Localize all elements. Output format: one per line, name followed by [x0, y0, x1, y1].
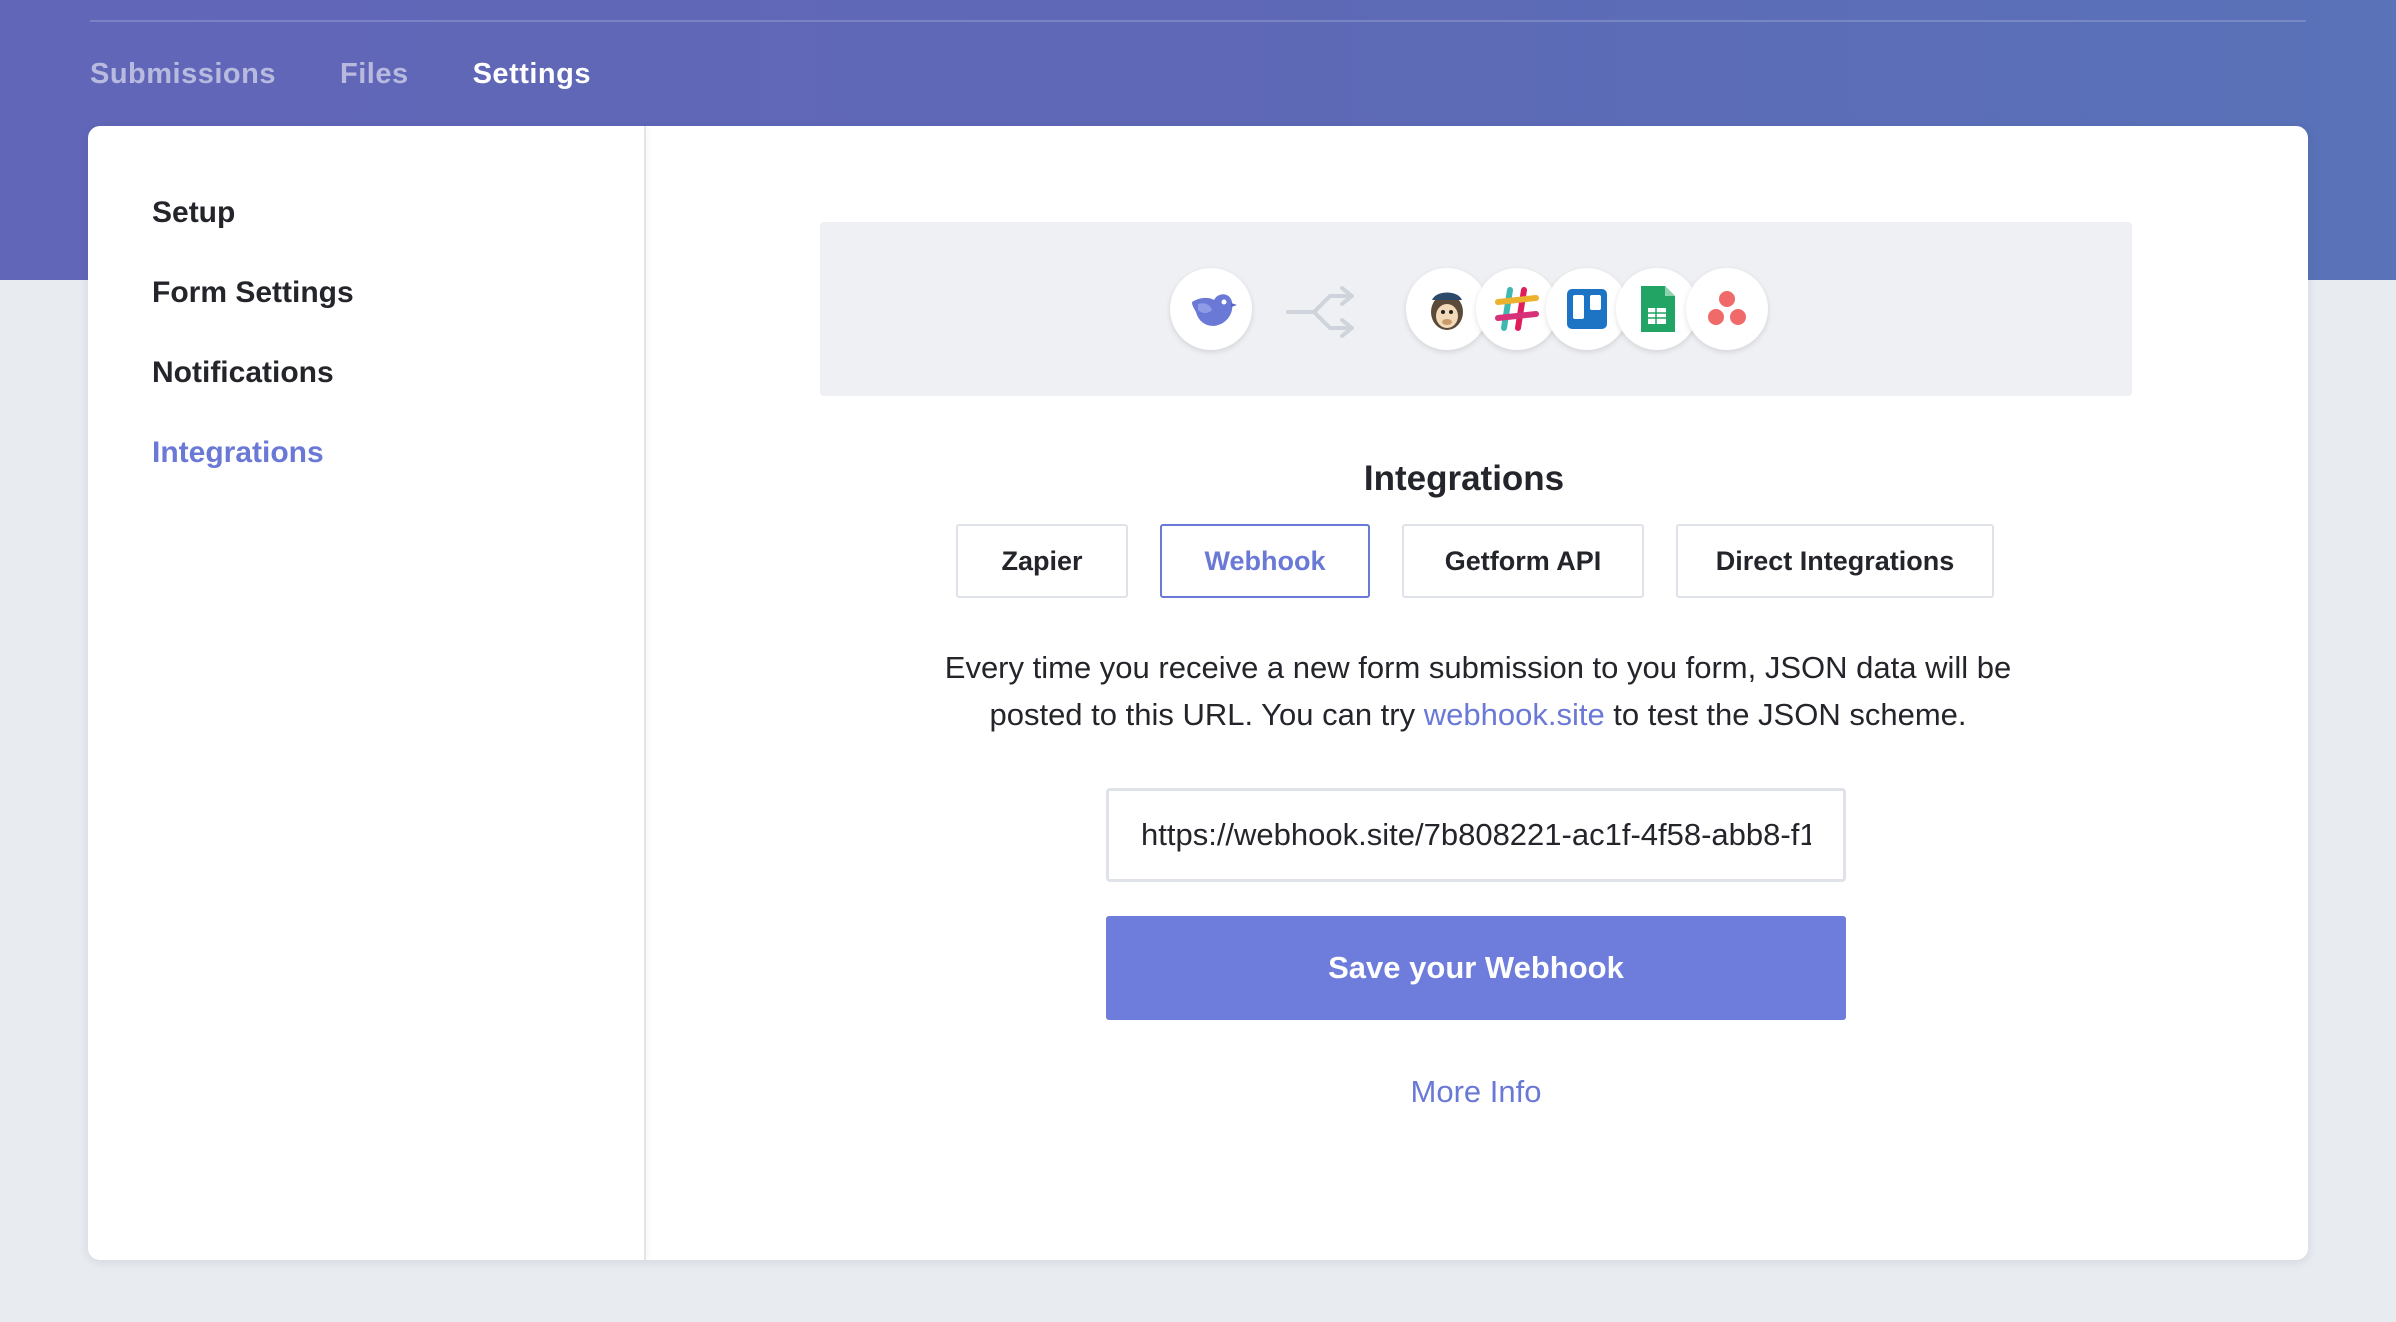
- top-nav: Submissions Files Settings: [90, 52, 591, 96]
- tab-direct-integrations[interactable]: Direct Integrations: [1676, 524, 1994, 598]
- tab-getform-api[interactable]: Getform API: [1402, 524, 1644, 598]
- integration-tabs: Zapier Webhook Getform API Direct Integr…: [88, 524, 2308, 598]
- webhook-description: Every time you receive a new form submis…: [928, 644, 2028, 738]
- sidebar-item-integrations[interactable]: Integrations: [152, 436, 324, 470]
- description-text-end: to test the JSON scheme.: [1604, 697, 1967, 732]
- tab-webhook[interactable]: Webhook: [1160, 524, 1370, 598]
- asana-icon: [1686, 268, 1768, 350]
- more-info-link[interactable]: More Info: [1106, 1074, 1846, 1110]
- nav-settings[interactable]: Settings: [473, 58, 591, 91]
- sidebar-item-setup[interactable]: Setup: [152, 196, 235, 230]
- settings-sidebar: Setup Form Settings Notifications Integr…: [88, 126, 646, 1260]
- flow-arrows-icon: [1286, 276, 1356, 342]
- tab-zapier[interactable]: Zapier: [956, 524, 1128, 598]
- webhook-url-input[interactable]: [1106, 788, 1846, 882]
- webhook-site-link[interactable]: webhook.site: [1424, 697, 1605, 732]
- integrations-title: Integrations: [1363, 459, 1565, 498]
- sidebar-item-form-settings[interactable]: Form Settings: [152, 276, 354, 310]
- getform-bird-icon: [1170, 268, 1252, 350]
- settings-card: Setup Form Settings Notifications Integr…: [88, 126, 2308, 1260]
- save-webhook-button[interactable]: Save your Webhook: [1106, 916, 1846, 1020]
- nav-submissions[interactable]: Submissions: [90, 58, 276, 91]
- integrations-illustration: [820, 222, 2132, 396]
- sidebar-item-notifications[interactable]: Notifications: [152, 356, 334, 390]
- header-divider: [90, 20, 2306, 22]
- nav-files[interactable]: Files: [340, 58, 409, 91]
